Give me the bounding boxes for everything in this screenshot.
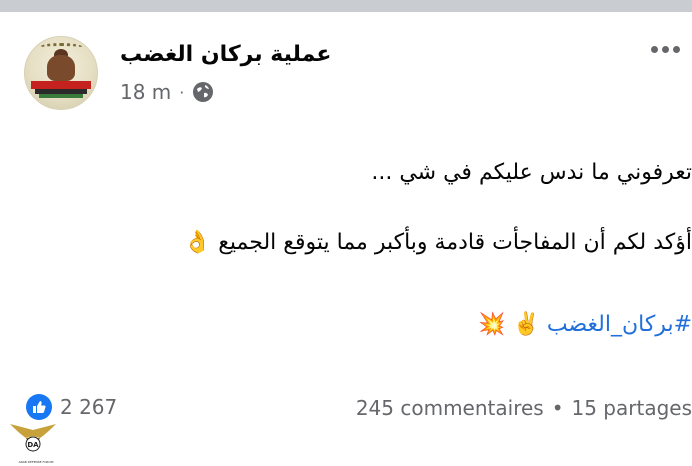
like-icon: [26, 394, 52, 420]
more-dot: [673, 46, 680, 53]
avatar-red-band: [31, 81, 91, 89]
post-meta: 18 m ·: [120, 80, 214, 104]
shares-count[interactable]: 15 partages: [572, 396, 692, 420]
post-line-2-text: أؤكد لكم أن المفاجأت قادمة وبأكبر مما يت…: [218, 230, 692, 255]
avatar-figure: [47, 55, 75, 81]
hashtag-link[interactable]: #بركان_الغضب: [547, 312, 692, 337]
svg-text:DA: DA: [27, 441, 39, 449]
reaction-count: 2 267: [60, 395, 117, 419]
engagement-separator: •: [552, 396, 564, 420]
collision-emoji: 💥: [478, 312, 505, 337]
page-avatar[interactable]: [24, 36, 98, 110]
top-strip: [0, 0, 692, 12]
watermark-logo: DA ARAB DEFENSE FORUM: [6, 422, 60, 466]
more-options-icon[interactable]: [651, 46, 680, 53]
post-line-1-text: تعرفوني ما ندس عليكم في شي ...: [371, 160, 692, 185]
victory-hand-emoji: ✌️: [512, 312, 539, 337]
watermark-text: ARAB DEFENSE FORUM: [6, 460, 66, 464]
post-line-3: #بركان_الغضب ✌️ 💥: [478, 310, 692, 340]
meta-separator: ·: [179, 83, 184, 102]
avatar-green-band: [39, 94, 83, 98]
more-dot: [651, 46, 658, 53]
post-line-2: أؤكد لكم أن المفاجأت قادمة وبأكبر مما يت…: [184, 228, 692, 258]
engagement-summary: 245 commentaires • 15 partages: [356, 396, 692, 420]
ok-hand-emoji: 👌: [184, 230, 211, 255]
page-name[interactable]: عملية بركان الغضب: [120, 42, 331, 67]
more-dot: [662, 46, 669, 53]
globe-icon[interactable]: [192, 81, 214, 103]
post-line-1: تعرفوني ما ندس عليكم في شي ...: [371, 158, 692, 188]
reactions-summary[interactable]: 2 267: [26, 394, 117, 420]
facebook-post-card: عملية بركان الغضب 18 m · تعرفوني ما ندس …: [0, 12, 692, 457]
comments-count[interactable]: 245 commentaires: [356, 396, 544, 420]
eagle-emblem-icon: DA: [6, 422, 60, 460]
post-time[interactable]: 18 m: [120, 80, 171, 104]
